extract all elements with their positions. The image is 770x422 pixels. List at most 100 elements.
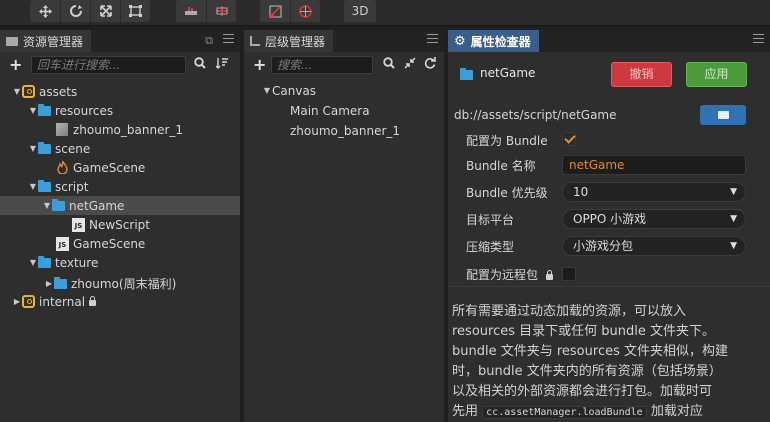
tree-item-newscript[interactable]: JS NewScript xyxy=(72,215,150,234)
path-row: db://assets/script/netGame xyxy=(448,104,770,126)
chevron-down-icon: ▼ xyxy=(730,187,737,197)
hierarchy-panel-tab[interactable]: 层级管理器 xyxy=(244,30,334,52)
tree-item-label: script xyxy=(55,179,89,194)
tree-item-label: resources xyxy=(55,103,114,118)
pivot-local-icon[interactable] xyxy=(176,0,206,22)
prefab-icon xyxy=(56,123,68,136)
assets-panel-controls: ⧉ xyxy=(205,34,234,48)
add-node-icon[interactable]: + xyxy=(253,55,266,74)
expand-arrow-icon[interactable]: ▼ xyxy=(28,144,38,153)
priority-select[interactable]: 10 ▼ xyxy=(562,182,746,202)
folder-icon xyxy=(54,276,67,289)
compression-value: 小游戏分包 xyxy=(573,239,634,253)
node-label: zhoumo_banner_1 xyxy=(290,123,401,138)
tree-item-gamescene-js[interactable]: JS GameScene xyxy=(56,234,145,253)
sort-icon[interactable] xyxy=(215,57,228,72)
bundle-checkbox[interactable] xyxy=(562,132,576,146)
tree-item-script[interactable]: ▼ script xyxy=(28,177,88,196)
inspector-panel-header: ⚙ 属性检查器 xyxy=(448,30,770,52)
tree-item-label: zhoumo_banner_1 xyxy=(73,122,184,137)
inspector-panel-tab[interactable]: ⚙ 属性检查器 xyxy=(448,30,539,52)
hierarchy-panel-title: 层级管理器 xyxy=(265,34,326,49)
tree-item-zhoumo[interactable]: ▶ zhoumo(周末福利) xyxy=(44,274,176,293)
pivot-tools xyxy=(176,0,236,22)
panel-menu-icon[interactable] xyxy=(753,34,764,43)
bundle-toggle-label: 配置为 Bundle xyxy=(466,133,548,148)
lock-icon xyxy=(545,269,553,280)
tree-item-resources[interactable]: ▼ resources xyxy=(28,101,113,120)
remote-row: 配置为远程包 xyxy=(448,263,770,285)
node-zhoumo-banner[interactable]: zhoumo_banner_1 xyxy=(290,121,400,140)
node-main-camera[interactable]: Main Camera xyxy=(290,101,370,120)
apply-button[interactable]: 应用 xyxy=(686,62,747,87)
asset-name: netGame xyxy=(480,66,536,80)
collapse-arrow-icon[interactable]: ▶ xyxy=(12,297,22,306)
tree-item-label: assets xyxy=(39,84,78,99)
transform-tools xyxy=(30,0,150,22)
collapse-arrow-icon[interactable]: ▶ xyxy=(44,279,54,288)
expand-arrow-icon[interactable]: ▼ xyxy=(28,106,38,115)
priority-label: Bundle 优先级 xyxy=(466,185,548,200)
expand-arrow-icon[interactable]: ▼ xyxy=(12,87,22,96)
toggle-3d-button[interactable]: 3D xyxy=(344,0,376,22)
gizmo-tools xyxy=(260,0,320,22)
assets-searchbar: + 回车进行搜索... xyxy=(0,52,240,78)
description-text: 先用 xyxy=(452,404,479,419)
remote-label-text: 配置为远程包 xyxy=(466,267,539,282)
expand-arrow-icon[interactable]: ▼ xyxy=(28,182,38,191)
description-line: 先用 cc.assetManager.loadBundle 加载对应 xyxy=(452,402,752,422)
search-icon[interactable] xyxy=(383,57,395,72)
assets-panel-title: 资源管理器 xyxy=(23,34,84,49)
tree-item-label: netGame xyxy=(69,198,125,213)
remote-checkbox[interactable] xyxy=(562,267,576,281)
description-line: 时，bundle 文件夹内的所有资源（包括场景） xyxy=(452,364,722,379)
assets-panel-tab[interactable]: 资源管理器 xyxy=(0,30,92,52)
add-asset-icon[interactable]: + xyxy=(9,55,22,74)
js-icon: JS xyxy=(56,236,69,251)
bundle-name-field[interactable]: netGame xyxy=(562,155,746,175)
node-canvas[interactable]: ▼ Canvas xyxy=(262,81,316,100)
panel-menu-icon[interactable] xyxy=(223,34,234,43)
platform-row: 目标平台 OPPO 小游戏 ▼ xyxy=(448,208,770,230)
tree-item-label: scene xyxy=(55,141,91,156)
tree-item-internal[interactable]: ▶ internal xyxy=(12,292,97,311)
scale-tool-icon[interactable] xyxy=(90,0,120,22)
open-folder-button[interactable] xyxy=(700,105,746,125)
compression-row: 压缩类型 小游戏分包 ▼ xyxy=(448,235,770,257)
compression-select[interactable]: 小游戏分包 ▼ xyxy=(562,236,746,256)
move-tool-icon[interactable] xyxy=(30,0,60,22)
assets-search-input[interactable]: 回车进行搜索... xyxy=(31,56,186,74)
lock-icon xyxy=(89,295,97,306)
revert-button[interactable]: 撤销 xyxy=(611,62,672,87)
local-coord-icon[interactable] xyxy=(260,0,290,22)
rect-tool-icon[interactable] xyxy=(120,0,150,22)
expand-arrow-icon[interactable]: ▼ xyxy=(28,258,38,267)
compression-label: 压缩类型 xyxy=(466,239,515,254)
tree-item-zhoumo-banner[interactable]: zhoumo_banner_1 xyxy=(56,120,183,139)
platform-select[interactable]: OPPO 小游戏 ▼ xyxy=(562,209,746,229)
tree-item-scene[interactable]: ▼ scene xyxy=(28,139,90,158)
chevron-down-icon: ▼ xyxy=(730,241,737,251)
rotate-tool-icon[interactable] xyxy=(60,0,90,22)
hierarchy-tab-icon xyxy=(250,36,260,46)
inspector-panel-controls xyxy=(753,34,764,43)
folder-icon xyxy=(460,68,473,80)
tree-item-gamescene-fire[interactable]: GameScene xyxy=(56,158,145,177)
collapse-all-icon[interactable] xyxy=(404,57,416,72)
tree-item-label: GameScene xyxy=(73,160,146,175)
panel-menu-icon[interactable] xyxy=(427,34,438,43)
maximize-icon[interactable]: ⧉ xyxy=(205,34,213,48)
tree-item-assets[interactable]: ▼ assets xyxy=(12,82,77,101)
world-coord-icon[interactable] xyxy=(290,0,320,22)
folder-icon xyxy=(38,179,51,192)
tree-item-netgame[interactable]: ▼ netGame xyxy=(0,196,240,215)
tree-item-label: internal xyxy=(39,294,86,309)
search-icon[interactable] xyxy=(194,57,206,72)
folder-icon xyxy=(38,255,51,268)
tree-item-texture[interactable]: ▼ texture xyxy=(28,253,98,272)
refresh-icon[interactable] xyxy=(424,57,436,72)
expand-arrow-icon[interactable]: ▼ xyxy=(42,201,52,210)
pivot-global-icon[interactable] xyxy=(206,0,236,22)
expand-arrow-icon[interactable]: ▼ xyxy=(262,86,272,95)
hierarchy-search-input[interactable]: 搜索... xyxy=(271,56,373,74)
